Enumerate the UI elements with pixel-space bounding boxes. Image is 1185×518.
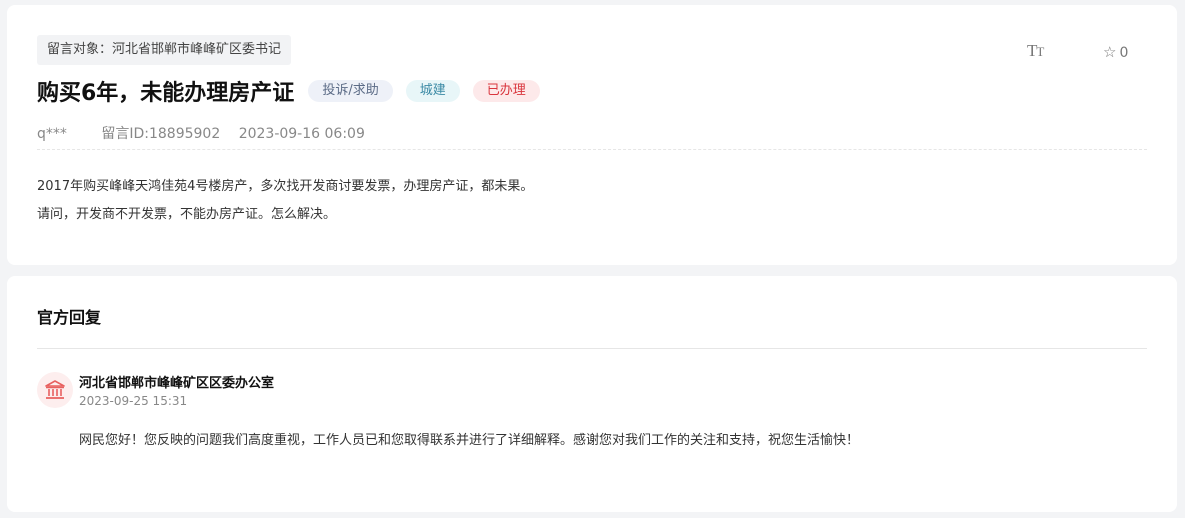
section-divider [37, 348, 1147, 349]
official-reply-card: 官方回复 河北省邯郸市峰峰矿区区委办公室 2023-09-25 15:31 网民… [7, 276, 1177, 512]
org-avatar [37, 372, 73, 408]
message-toolbar: TT ☆ 0 [1017, 41, 1177, 65]
message-id: 留言ID:18895902 [101, 126, 221, 142]
favorite-button[interactable]: ☆ 0 [1103, 43, 1128, 61]
favorite-count: 0 [1119, 45, 1129, 61]
title-row: 购买6年，未能办理房产证 投诉/求助 城建 已办理 [37, 76, 553, 106]
type-tag: 投诉/求助 [308, 80, 393, 102]
posted-time: 2023-09-16 06:09 [238, 126, 365, 142]
content-line: 2017年购买峰峰天鸿佳苑4号楼房产，多次找开发商讨要发票，办理房产证，都未果。 [37, 179, 534, 194]
message-meta: q*** 留言ID:18895902 2023-09-16 06:09 [37, 123, 365, 143]
reply-time: 2023-09-25 15:31 [79, 394, 188, 408]
message-card: 留言对象：河北省邯郸市峰峰矿区委书记 TT ☆ 0 购买6年，未能办理房产证 投诉… [7, 5, 1177, 265]
government-building-icon [45, 380, 65, 399]
author-name: q*** [37, 126, 67, 142]
message-target: 留言对象：河北省邯郸市峰峰矿区委书记 [37, 35, 292, 65]
message-content: 2017年购买峰峰天鸿佳苑4号楼房产，多次找开发商讨要发票，办理房产证，都未果。… [37, 173, 533, 229]
star-outline-icon: ☆ [1103, 43, 1117, 61]
font-size-button[interactable]: TT [1027, 41, 1044, 61]
status-tag: 已办理 [472, 80, 540, 102]
reply-text: 网民您好！您反映的问题我们高度重视，工作人员已和您取得联系并进行了详细解释。感谢… [79, 433, 860, 448]
message-title: 购买6年，未能办理房产证 [37, 81, 295, 106]
meta-divider [37, 149, 1147, 150]
category-tag: 城建 [405, 80, 460, 102]
font-size-icon: TT [1027, 41, 1044, 60]
content-line: 请问，开发商不开发票，不能办房产证。怎么解决。 [37, 207, 337, 222]
org-name: 河北省邯郸市峰峰矿区区委办公室 [79, 376, 275, 391]
section-title: 官方回复 [37, 308, 102, 327]
